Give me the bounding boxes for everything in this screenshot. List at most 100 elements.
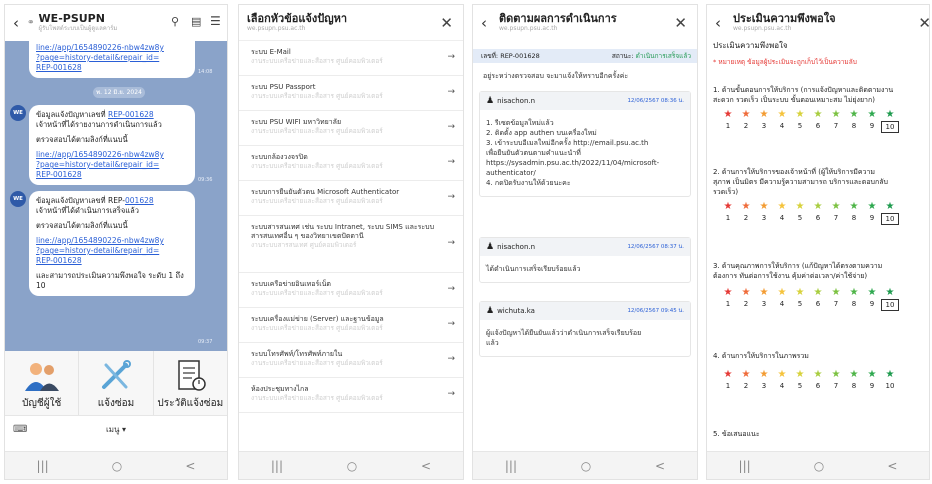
rating-option[interactable]: 2 xyxy=(737,213,755,225)
rating-option[interactable]: 8 xyxy=(845,299,863,311)
rating-option[interactable]: 10 xyxy=(881,381,899,391)
star-icon[interactable]: ★ xyxy=(845,201,863,212)
rating-option[interactable]: 7 xyxy=(827,121,845,133)
rating-scale[interactable]: 1 2 3 4 5 6 7 8 9 10 xyxy=(719,121,899,133)
rich-menu-history[interactable]: ประวัติแจ้งซ่อม xyxy=(154,351,227,415)
rating-option[interactable]: 2 xyxy=(737,381,755,391)
star-icon[interactable]: ★ xyxy=(755,109,773,120)
back-button[interactable]: < xyxy=(655,459,665,473)
rating-option[interactable]: 5 xyxy=(791,381,809,391)
rating-option[interactable]: 4 xyxy=(773,299,791,311)
rating-option[interactable]: 2 xyxy=(737,121,755,133)
topic-item[interactable]: ระบบ PSU WIFI มหาวิทยาลัย งานระบบเครือข่… xyxy=(239,111,463,146)
home-button[interactable]: ○ xyxy=(347,459,357,473)
rating-scale[interactable]: 1 2 3 4 5 6 7 8 9 10 xyxy=(719,213,899,225)
star-icon[interactable]: ★ xyxy=(827,287,845,298)
star-rating[interactable]: ★ ★ ★ ★ ★ ★ ★ ★ ★ ★ xyxy=(719,109,899,120)
star-icon[interactable]: ★ xyxy=(845,287,863,298)
star-icon[interactable]: ★ xyxy=(827,201,845,212)
back-button[interactable]: < xyxy=(185,459,195,473)
rating-option[interactable]: 9 xyxy=(863,121,881,133)
rating-option[interactable]: 6 xyxy=(809,213,827,225)
star-icon[interactable]: ★ xyxy=(791,369,809,380)
recent-apps-button[interactable]: ||| xyxy=(505,459,517,473)
home-button[interactable]: ○ xyxy=(112,459,122,473)
rating-option[interactable]: 1 xyxy=(719,213,737,225)
recent-apps-button[interactable]: ||| xyxy=(37,459,49,473)
history-link[interactable]: line://app/1654890226-nbw4zw8y ?page=hist… xyxy=(36,43,164,72)
close-icon[interactable]: ✕ xyxy=(918,14,929,32)
menu-toggle[interactable]: เมนู ▾ xyxy=(5,423,227,436)
history-link[interactable]: line://app/1654890226-nbw4zw8y ?page=hist… xyxy=(36,150,188,180)
topic-item[interactable]: ระบบโทรศัพท์/โทรศัพท์ภายใน งานระบบเครือข… xyxy=(239,343,463,378)
home-button[interactable]: ○ xyxy=(814,459,824,473)
star-icon[interactable]: ★ xyxy=(719,287,737,298)
rating-option[interactable]: 3 xyxy=(755,213,773,225)
star-icon[interactable]: ★ xyxy=(791,287,809,298)
rating-option[interactable]: 7 xyxy=(827,299,845,311)
star-icon[interactable]: ★ xyxy=(809,109,827,120)
recent-apps-button[interactable]: ||| xyxy=(271,459,283,473)
rating-option[interactable]: 6 xyxy=(809,299,827,311)
star-icon[interactable]: ★ xyxy=(863,369,881,380)
history-link[interactable]: line://app/1654890226-nbw4zw8y ?page=hist… xyxy=(36,236,188,266)
topic-item[interactable]: ระบบเครือข่ายอินเทอร์เน็ต งานระบบเครือข่… xyxy=(239,273,463,308)
star-icon[interactable]: ★ xyxy=(881,287,899,298)
star-icon[interactable]: ★ xyxy=(755,369,773,380)
rating-option[interactable]: 7 xyxy=(827,381,845,391)
back-button[interactable]: < xyxy=(887,459,897,473)
star-icon[interactable]: ★ xyxy=(719,201,737,212)
star-icon[interactable]: ★ xyxy=(773,369,791,380)
rating-option[interactable]: 8 xyxy=(845,213,863,225)
topic-item[interactable]: ห้องประชุมทางไกล งานระบบเครือข่ายและสื่อ… xyxy=(239,378,463,413)
star-icon[interactable]: ★ xyxy=(809,201,827,212)
recent-apps-button[interactable]: ||| xyxy=(739,459,751,473)
rating-option[interactable]: 4 xyxy=(773,121,791,133)
topic-item[interactable]: ระบบ E-Mail งานระบบเครือข่ายและสื่อสาร ศ… xyxy=(239,41,463,76)
rating-option[interactable]: 5 xyxy=(791,213,809,225)
search-icon[interactable]: ⚲ xyxy=(171,15,179,28)
star-icon[interactable]: ★ xyxy=(863,109,881,120)
rating-option[interactable]: 7 xyxy=(827,213,845,225)
star-icon[interactable]: ★ xyxy=(773,109,791,120)
topic-item[interactable]: ระบบกล้องวงจรปิด งานระบบเครือข่ายและสื่อ… xyxy=(239,146,463,181)
rating-option[interactable]: 4 xyxy=(773,213,791,225)
rating-option[interactable]: 2 xyxy=(737,299,755,311)
rating-option[interactable]: 3 xyxy=(755,121,773,133)
rating-option[interactable]: 10 xyxy=(881,213,899,225)
home-button[interactable]: ○ xyxy=(581,459,591,473)
star-icon[interactable]: ★ xyxy=(809,369,827,380)
rating-option[interactable]: 8 xyxy=(845,381,863,391)
rating-option[interactable]: 5 xyxy=(791,299,809,311)
star-icon[interactable]: ★ xyxy=(809,287,827,298)
topic-item[interactable]: ระบบเครื่องแม่ข่าย (Server) และฐานข้อมูล… xyxy=(239,308,463,343)
rating-option[interactable]: 3 xyxy=(755,381,773,391)
back-icon[interactable]: ‹ xyxy=(715,14,729,32)
star-icon[interactable]: ★ xyxy=(719,109,737,120)
topic-item[interactable]: ระบบการยืนยันตัวตน Microsoft Authenticat… xyxy=(239,181,463,216)
star-icon[interactable]: ★ xyxy=(719,369,737,380)
keyboard-icon[interactable]: ⌨ xyxy=(13,424,27,435)
star-icon[interactable]: ★ xyxy=(737,369,755,380)
rating-option[interactable]: 5 xyxy=(791,121,809,133)
rating-option[interactable]: 9 xyxy=(863,381,881,391)
back-icon[interactable]: ‹ xyxy=(13,14,27,32)
close-icon[interactable]: ✕ xyxy=(674,14,687,32)
chat-area[interactable]: line://app/1654890226-nbw4zw8y ?page=hist… xyxy=(5,41,227,351)
rating-scale[interactable]: 1 2 3 4 5 6 7 8 9 10 xyxy=(719,381,899,391)
star-icon[interactable]: ★ xyxy=(773,201,791,212)
star-icon[interactable]: ★ xyxy=(773,287,791,298)
star-icon[interactable]: ★ xyxy=(737,109,755,120)
rich-menu-account[interactable]: บัญชีผู้ใช้ xyxy=(5,351,80,415)
close-icon[interactable]: ✕ xyxy=(440,14,453,32)
star-icon[interactable]: ★ xyxy=(881,369,899,380)
rating-option[interactable]: 9 xyxy=(863,299,881,311)
notes-icon[interactable]: ▤ xyxy=(191,15,201,28)
rich-menu-repair[interactable]: แจ้งซ่อม xyxy=(79,351,154,415)
star-icon[interactable]: ★ xyxy=(755,201,773,212)
star-icon[interactable]: ★ xyxy=(881,201,899,212)
back-button[interactable]: < xyxy=(421,459,431,473)
star-icon[interactable]: ★ xyxy=(737,201,755,212)
star-icon[interactable]: ★ xyxy=(827,109,845,120)
star-icon[interactable]: ★ xyxy=(791,201,809,212)
